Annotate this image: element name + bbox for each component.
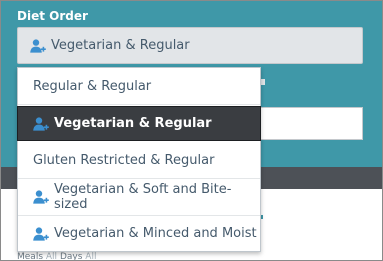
user-icon — [30, 38, 46, 53]
meals-days-summary: Meals All Days All — [17, 252, 97, 261]
dropdown-option[interactable]: Vegetarian & Soft and Bite-sized — [18, 179, 260, 216]
user-icon — [33, 116, 49, 131]
option-label: Vegetarian & Soft and Bite-sized — [54, 182, 232, 212]
dropdown-option[interactable]: Gluten Restricted & Regular — [18, 142, 260, 179]
user-icon — [33, 226, 49, 241]
dropdown-option[interactable]: Regular & Regular — [18, 68, 260, 105]
diet-order-selected-value: Vegetarian & Regular — [51, 38, 190, 53]
option-label: Gluten Restricted & Regular — [33, 152, 215, 168]
user-icon — [33, 190, 49, 204]
dropdown-option-selected[interactable]: Vegetarian & Regular — [17, 106, 261, 141]
option-label: Vegetarian & Regular — [54, 116, 212, 131]
diet-order-label: Diet Order — [17, 9, 88, 23]
diet-order-dropdown: Regular & Regular Vegetarian & Regular G… — [17, 67, 261, 252]
diet-order-window: Diet Order Vegetarian & Regular Meals Al… — [0, 0, 383, 261]
diet-order-select[interactable]: Vegetarian & Regular — [17, 27, 363, 64]
dropdown-option[interactable]: Vegetarian & Minced and Moist — [18, 216, 260, 251]
option-label: Regular & Regular — [33, 78, 152, 94]
partial-input-field[interactable] — [259, 107, 363, 140]
option-label: Vegetarian & Minced and Moist — [54, 226, 257, 241]
